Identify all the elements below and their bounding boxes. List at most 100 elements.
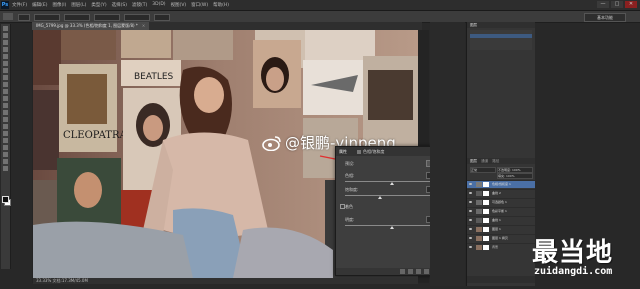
tool-icon[interactable] bbox=[3, 103, 8, 108]
layer-mask-thumbnail[interactable] bbox=[483, 218, 489, 223]
tool-preset-picker[interactable] bbox=[18, 14, 30, 21]
tool-icon[interactable] bbox=[3, 26, 8, 31]
top-panel-tab[interactable]: 图层 bbox=[470, 23, 477, 27]
tool-icon[interactable] bbox=[3, 40, 8, 45]
view-previous-icon[interactable] bbox=[408, 269, 413, 274]
layer-mask-thumbnail[interactable] bbox=[483, 236, 489, 241]
eye-icon[interactable] bbox=[469, 192, 472, 194]
tool-icon[interactable] bbox=[3, 152, 8, 157]
layer-row[interactable]: 色彩平衡 1 bbox=[467, 207, 535, 215]
menu-item[interactable]: 文件(F) bbox=[12, 2, 27, 8]
fill-control[interactable]: 填充: 100% bbox=[497, 173, 533, 179]
mode-select[interactable] bbox=[64, 14, 90, 21]
tool-icon[interactable] bbox=[3, 110, 8, 115]
selected-row[interactable] bbox=[470, 34, 532, 38]
current-tool-icon[interactable] bbox=[3, 13, 13, 20]
tool-icon[interactable] bbox=[3, 166, 8, 171]
layer-row[interactable]: 曲线 2 bbox=[467, 189, 535, 197]
lightness-slider-thumb[interactable] bbox=[389, 226, 394, 229]
workspace-switcher[interactable]: 基本功能 bbox=[584, 13, 626, 22]
visibility-icon[interactable] bbox=[424, 269, 429, 274]
tool-icon[interactable] bbox=[3, 47, 8, 52]
layer-name: 曲线 1 bbox=[492, 218, 501, 222]
close-document-icon[interactable]: × bbox=[142, 23, 145, 28]
layer-row[interactable]: 图层 1 bbox=[467, 225, 535, 233]
layer-row[interactable]: 色相/饱和度 1 bbox=[467, 180, 535, 188]
reset-icon[interactable] bbox=[416, 269, 421, 274]
channels-tab[interactable]: 通道 bbox=[481, 159, 488, 163]
blend-mode-select[interactable]: 正常 bbox=[470, 167, 496, 173]
layer-mask-thumbnail[interactable] bbox=[483, 245, 489, 250]
menu-item[interactable]: 编辑(E) bbox=[32, 2, 47, 8]
eye-icon[interactable] bbox=[469, 228, 472, 230]
menu-item[interactable]: 图像(I) bbox=[52, 2, 66, 8]
menu-item[interactable]: 窗口(W) bbox=[191, 2, 208, 8]
saturation-slider-track[interactable] bbox=[345, 195, 438, 196]
foreground-color-swatch[interactable] bbox=[2, 196, 9, 203]
layers-tab[interactable]: 图层 bbox=[470, 159, 477, 163]
layer-row[interactable]: 图层 1 拷贝 bbox=[467, 234, 535, 242]
status-bar: 33.33% 文档:17.3M/45.0M bbox=[33, 278, 418, 284]
colorize-label: 着色 bbox=[345, 204, 353, 209]
photoshop-logo-icon[interactable]: Ps bbox=[1, 1, 9, 9]
eye-icon[interactable] bbox=[469, 219, 472, 221]
tool-icon[interactable] bbox=[3, 124, 8, 129]
tool-icon[interactable] bbox=[3, 145, 8, 150]
tool-icon[interactable] bbox=[3, 89, 8, 94]
menu-item[interactable]: 类型(Y) bbox=[91, 2, 106, 8]
top-panel-header: 图层 bbox=[467, 22, 535, 28]
layer-mask-thumbnail[interactable] bbox=[483, 182, 489, 187]
layer-thumbnail bbox=[476, 236, 482, 241]
tool-icon[interactable] bbox=[3, 159, 8, 164]
saturation-slider-thumb[interactable] bbox=[377, 196, 382, 199]
menu-item[interactable]: 选择(S) bbox=[112, 2, 127, 8]
layer-mask-thumbnail[interactable] bbox=[483, 209, 489, 214]
eye-icon[interactable] bbox=[469, 183, 472, 185]
maximize-button[interactable]: □ bbox=[611, 1, 623, 8]
layer-mask-thumbnail[interactable] bbox=[483, 227, 489, 232]
tool-icon[interactable] bbox=[3, 75, 8, 80]
brush-size-field[interactable] bbox=[34, 14, 60, 21]
menu-item[interactable]: 3D(D) bbox=[152, 2, 165, 8]
menu-item[interactable]: 图层(L) bbox=[71, 2, 86, 8]
airbrush-toggle[interactable] bbox=[154, 14, 170, 21]
layer-row[interactable]: 曲线 1 bbox=[467, 216, 535, 224]
flow-field[interactable] bbox=[124, 14, 150, 21]
tool-icon[interactable] bbox=[3, 131, 8, 136]
layer-row[interactable]: 背景 bbox=[467, 243, 535, 251]
tool-icon[interactable] bbox=[3, 33, 8, 38]
tool-icon[interactable] bbox=[3, 138, 8, 143]
layer-mask-thumbnail[interactable] bbox=[483, 200, 489, 205]
layer-thumbnail bbox=[476, 191, 482, 196]
eye-icon[interactable] bbox=[469, 246, 472, 248]
toolbox bbox=[1, 24, 11, 269]
tool-icon[interactable] bbox=[3, 117, 8, 122]
paths-tab[interactable]: 路径 bbox=[492, 159, 499, 163]
hue-slider-thumb[interactable] bbox=[389, 182, 394, 185]
menu-item[interactable]: 滤镜(T) bbox=[132, 2, 147, 8]
status-text: 33.33% 文档:17.3M/45.0M bbox=[36, 278, 88, 283]
layer-mask-thumbnail[interactable] bbox=[483, 191, 489, 196]
close-window-button[interactable]: ✕ bbox=[625, 1, 637, 8]
layer-name: 图层 1 拷贝 bbox=[492, 236, 508, 240]
window-controls: — □ ✕ bbox=[597, 1, 637, 8]
properties-subtitle: 色相/饱和度 bbox=[363, 149, 385, 154]
tool-icon[interactable] bbox=[3, 82, 8, 87]
tool-icon[interactable] bbox=[3, 68, 8, 73]
menu-item[interactable]: 帮助(H) bbox=[213, 2, 229, 8]
minimize-button[interactable]: — bbox=[597, 1, 609, 8]
tool-icon[interactable] bbox=[3, 96, 8, 101]
eye-icon[interactable] bbox=[469, 210, 472, 212]
tool-icon[interactable] bbox=[3, 54, 8, 59]
eye-icon[interactable] bbox=[469, 237, 472, 239]
layer-row[interactable]: 可选颜色 1 bbox=[467, 198, 535, 206]
eye-icon[interactable] bbox=[469, 201, 472, 203]
site-logo: 最当地 zuidangdi.com bbox=[528, 232, 638, 287]
menu-bar: Ps 文件(F) 编辑(E) 图像(I) 图层(L) 类型(Y) 选择(S) 滤镜(T) 3D… bbox=[0, 0, 640, 11]
preset-label: 预设: bbox=[345, 161, 355, 166]
tool-icon[interactable] bbox=[3, 61, 8, 66]
menu-item[interactable]: 视图(V) bbox=[171, 2, 187, 8]
document-tab[interactable]: IMG_5799.jpg @ 33.3% (色相/饱和度 1, 图层蒙版/8) … bbox=[32, 22, 150, 30]
opacity-field[interactable] bbox=[94, 14, 120, 21]
clip-to-layer-icon[interactable] bbox=[400, 269, 405, 274]
